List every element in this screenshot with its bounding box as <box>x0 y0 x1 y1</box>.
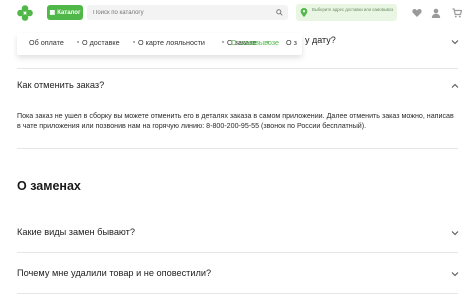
delivery-address-selector[interactable]: Выберите адрес доставки или самовывоз <box>296 4 397 21</box>
chevron-down-icon[interactable] <box>451 39 459 45</box>
chevron-down-icon[interactable] <box>451 271 459 277</box>
tab-payment[interactable]: Об оплате <box>29 38 64 47</box>
favorites-heart-icon[interactable] <box>412 8 422 18</box>
faq-question-cancel-order[interactable]: Как отменить заказ? <box>17 80 104 90</box>
faq-answer-cancel-order: Пока заказ не ушел в сборку вы можете от… <box>17 112 454 130</box>
tab-separator <box>222 41 224 43</box>
faq-question-partial[interactable]: у дату? <box>305 35 336 45</box>
section-title-replacements: О заменах <box>17 179 81 193</box>
faq-question-removed-item[interactable]: Почему мне удалили товар и не оповестили… <box>17 268 211 278</box>
faq-divider <box>17 252 458 253</box>
tab-separator <box>133 41 135 43</box>
cart-icon[interactable] <box>452 8 462 18</box>
location-pin-icon <box>300 8 308 17</box>
delivery-address-text: Выберите адрес доставки или самовывоз <box>312 7 394 12</box>
faq-question-replacement-types[interactable]: Какие виды замен бывают? <box>17 227 135 237</box>
faq-divider <box>17 68 458 69</box>
search-icon[interactable] <box>276 9 283 16</box>
catalog-button[interactable]: ▦ Каталог <box>47 5 83 20</box>
tab-separator <box>77 41 79 43</box>
faq-divider <box>17 148 458 149</box>
tab-delivery[interactable]: О доставке <box>82 38 120 47</box>
search-input[interactable] <box>93 5 273 20</box>
chevron-up-icon[interactable] <box>451 83 459 89</box>
chevron-down-icon[interactable] <box>451 230 459 236</box>
user-profile-icon[interactable] <box>431 8 441 18</box>
catalog-button-label: Каталог <box>57 9 81 16</box>
tab-loyalty-card[interactable]: О карте лояльности <box>138 38 205 47</box>
faq-divider <box>17 293 458 294</box>
tab-more[interactable]: О з <box>286 38 300 47</box>
tab-pickup[interactable]: О самовывозе <box>231 38 279 47</box>
logo-icon[interactable] <box>17 5 33 21</box>
site-header: ▦ Каталог Выберите адрес доставки или са… <box>0 0 474 26</box>
grid-icon: ▦ <box>49 10 56 16</box>
search-bar[interactable] <box>87 5 288 20</box>
